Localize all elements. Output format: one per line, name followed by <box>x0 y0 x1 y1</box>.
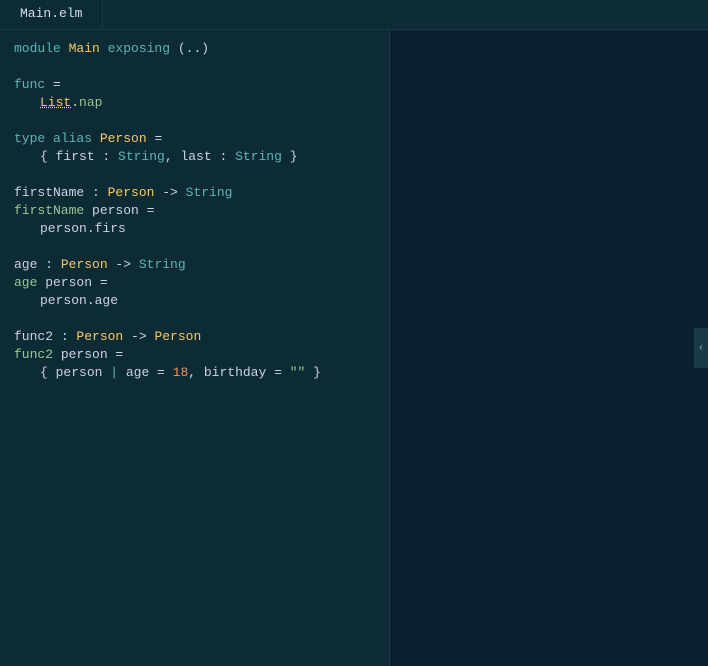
keyword-alias: alias <box>45 130 100 148</box>
keyword-exposing: exposing <box>100 40 170 58</box>
keyword-func: func <box>14 76 45 94</box>
def-age: age <box>14 274 37 292</box>
collapse-button[interactable]: ‹ <box>694 328 708 368</box>
age-person: Person <box>61 256 108 274</box>
line-empty-4 <box>0 238 389 256</box>
age-eq: = <box>92 274 108 292</box>
list-nap-ref: List <box>40 94 71 112</box>
param-person1: person <box>84 202 139 220</box>
sig-string: String <box>186 184 233 202</box>
func2-param: person <box>53 346 108 364</box>
sig-colon: : <box>84 184 107 202</box>
field-first: first <box>56 148 95 166</box>
main-layout: module Main exposing (..) func = List.na… <box>0 30 708 666</box>
nap-method: nap <box>79 94 102 112</box>
keyword-type: type <box>14 130 45 148</box>
func2-colon: : <box>53 328 76 346</box>
def-func2: func2 <box>14 346 53 364</box>
num-18: 18 <box>173 364 189 382</box>
comma: , <box>165 148 181 166</box>
age-param: person <box>37 274 92 292</box>
line-func2-sig: func2 : Person -> Person <box>0 328 389 346</box>
sig-func2-name: func2 <box>14 328 53 346</box>
field-last: last <box>180 148 211 166</box>
line-type-alias: type alias Person = <box>0 130 389 148</box>
line-empty-6 <box>0 382 389 400</box>
brace-open: { <box>40 148 56 166</box>
line-func-def: func = <box>0 76 389 94</box>
tab-main-elm[interactable]: Main.elm <box>0 0 103 29</box>
colon1: : <box>95 148 118 166</box>
line-list-nap: List.nap <box>0 94 389 112</box>
line-module: module Main exposing (..) <box>0 40 389 58</box>
tab-bar: Main.elm <box>0 0 708 30</box>
line-firstname-sig: firstName : Person -> String <box>0 184 389 202</box>
sig-firstname-name: firstName <box>14 184 84 202</box>
dot: . <box>71 94 79 112</box>
line-empty-5 <box>0 310 389 328</box>
brace-close: } <box>282 148 298 166</box>
line-func2-def: func2 person = <box>0 346 389 364</box>
right-panel: ‹ <box>390 30 708 666</box>
comma-update: , birthday = <box>188 364 289 382</box>
space <box>102 364 110 382</box>
type-string2: String <box>235 148 282 166</box>
func2-person1: Person <box>76 328 123 346</box>
line-func2-body: { person | age = 18, birthday = "" } <box>0 364 389 382</box>
age-field: age <box>95 292 118 310</box>
brace-update-close: } <box>305 364 321 382</box>
line-empty-3 <box>0 166 389 184</box>
person-ref3: person <box>56 364 103 382</box>
colon2: : <box>212 148 235 166</box>
func2-arrow: -> <box>123 328 154 346</box>
code-editor: module Main exposing (..) func = List.na… <box>0 30 390 666</box>
line-age-sig: age : Person -> String <box>0 256 389 274</box>
birthday-val: "" <box>290 364 306 382</box>
line-age-def: age person = <box>0 274 389 292</box>
type-string1: String <box>118 148 165 166</box>
age-update: age = <box>118 364 173 382</box>
type-person: Person <box>100 130 147 148</box>
dot2: . <box>87 220 95 238</box>
age-arrow: -> <box>108 256 139 274</box>
person-ref1: person <box>40 220 87 238</box>
eq2: = <box>139 202 155 220</box>
eq-sign: = <box>45 76 61 94</box>
paren-open: (..) <box>170 40 209 58</box>
sig-age-name: age <box>14 256 37 274</box>
arrow: -> <box>154 184 185 202</box>
sig-person: Person <box>108 184 155 202</box>
line-empty-1 <box>0 58 389 76</box>
line-firstname-def: firstName person = <box>0 202 389 220</box>
person-ref2: person <box>40 292 87 310</box>
def-firstname: firstName <box>14 202 84 220</box>
eq-type: = <box>147 130 163 148</box>
func2-eq: = <box>108 346 124 364</box>
age-string: String <box>139 256 186 274</box>
func2-person2: Person <box>154 328 201 346</box>
brace-update-open: { <box>40 364 56 382</box>
dot3: . <box>87 292 95 310</box>
firs-field: firs <box>95 220 126 238</box>
line-firstname-body: person.firs <box>0 220 389 238</box>
module-name: Main <box>69 40 100 58</box>
line-age-body: person.age <box>0 292 389 310</box>
line-empty-2 <box>0 112 389 130</box>
pipe-sym: | <box>110 364 118 382</box>
line-type-body: { first : String, last : String } <box>0 148 389 166</box>
keyword-module: module <box>14 40 69 58</box>
age-colon: : <box>37 256 60 274</box>
